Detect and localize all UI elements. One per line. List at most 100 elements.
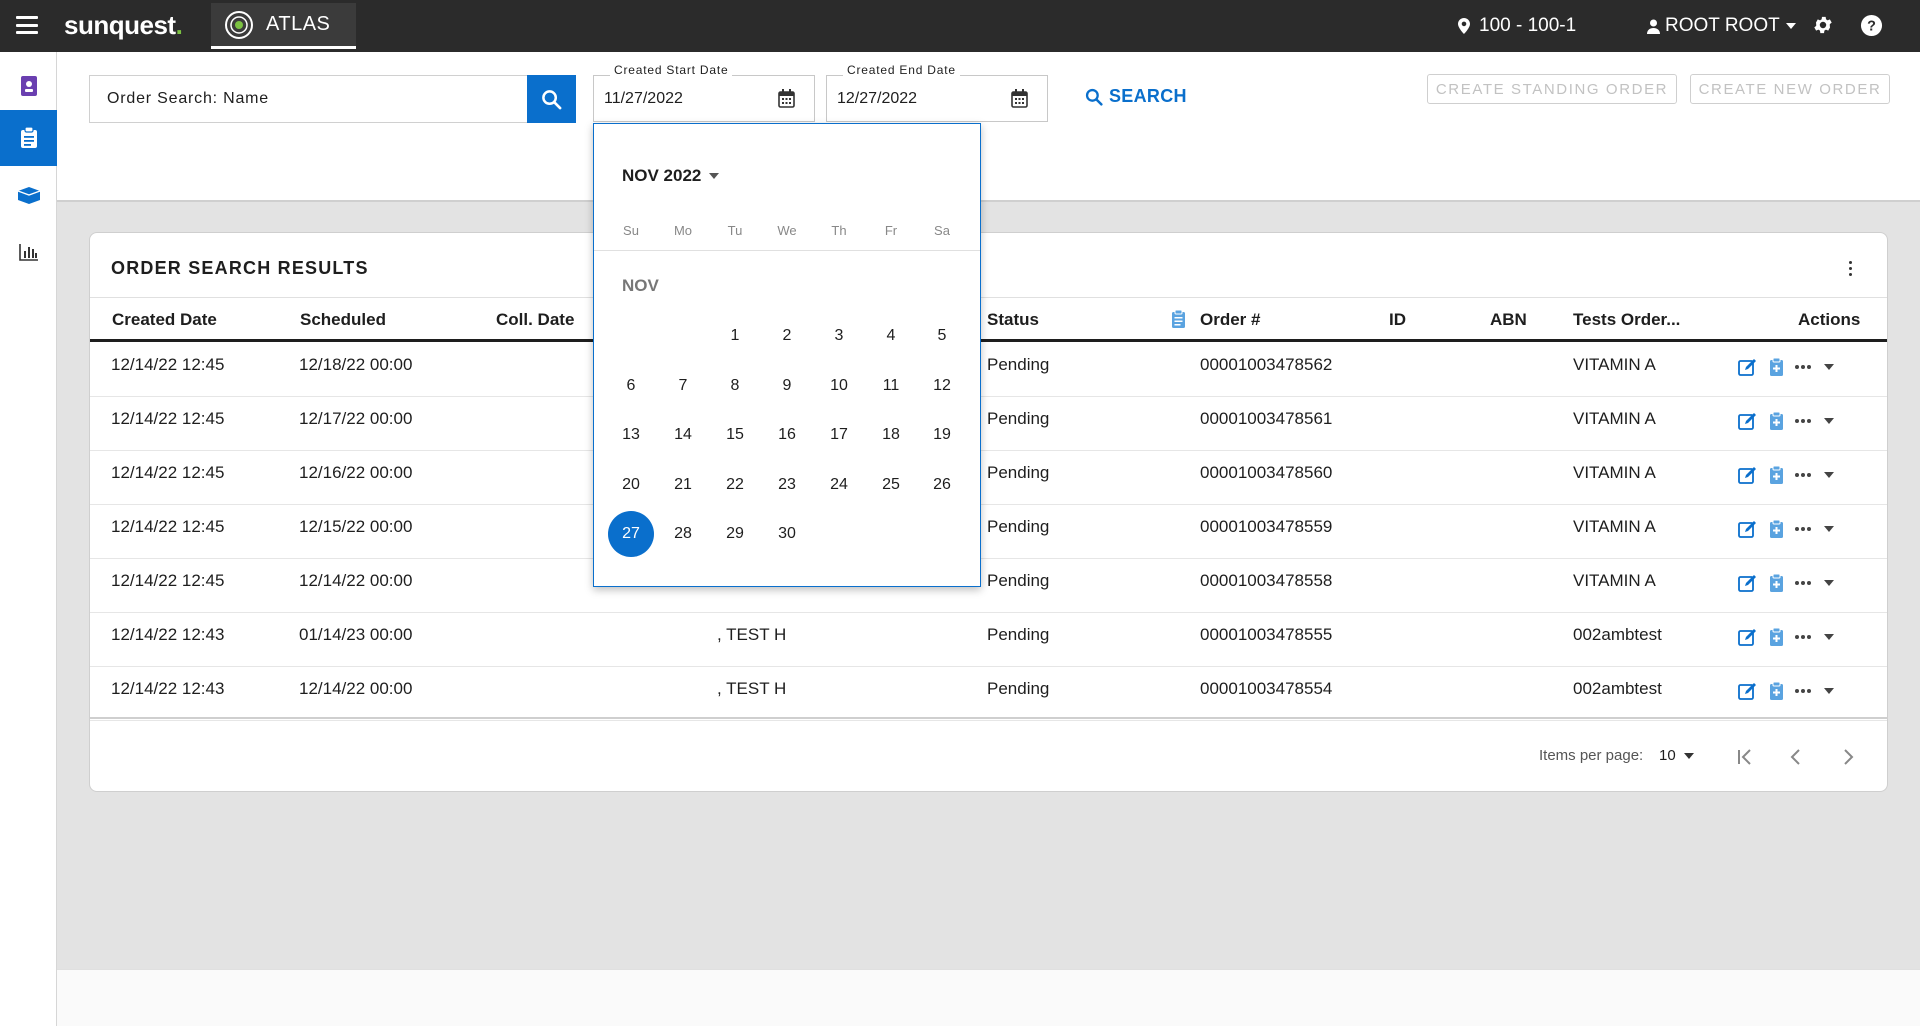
calendar-day[interactable]: 10 — [816, 363, 862, 409]
calendar-day[interactable]: 29 — [712, 511, 758, 557]
col-id[interactable]: ID — [1389, 310, 1406, 330]
nav-reports[interactable] — [0, 224, 57, 280]
calendar-day[interactable]: 3 — [816, 313, 862, 359]
table-row[interactable]: 12/14/22 12:45 12/16/22 00:00 Pending 00001… — [90, 451, 1887, 505]
edit-icon[interactable] — [1738, 357, 1758, 377]
calendar-day[interactable]: 24 — [816, 462, 862, 508]
previous-page-icon[interactable] — [1787, 748, 1805, 766]
chevron-down-icon[interactable] — [1824, 418, 1834, 424]
search-link-button[interactable]: SEARCH — [1085, 86, 1187, 107]
more-horizontal-icon[interactable] — [1795, 520, 1813, 538]
calendar-day[interactable]: 14 — [660, 412, 706, 458]
col-scheduled[interactable]: Scheduled — [300, 310, 386, 330]
add-test-icon[interactable] — [1769, 411, 1784, 431]
chevron-down-icon[interactable] — [1824, 526, 1834, 532]
col-tests-ordered[interactable]: Tests Order... — [1573, 310, 1680, 330]
calendar-day[interactable]: 25 — [868, 462, 914, 508]
user-menu[interactable]: ROOT ROOT — [1647, 15, 1796, 37]
hamburger-icon[interactable] — [16, 16, 38, 34]
add-test-icon[interactable] — [1769, 627, 1784, 647]
calendar-day[interactable]: 11 — [868, 363, 914, 409]
chevron-down-icon[interactable] — [1824, 580, 1834, 586]
calendar-day[interactable]: 26 — [919, 462, 965, 508]
calendar-day[interactable]: 5 — [919, 313, 965, 359]
location-selector[interactable]: 100 - 100-1 — [1458, 15, 1576, 37]
calendar-icon[interactable] — [1011, 89, 1028, 108]
search-button[interactable] — [527, 75, 576, 123]
nav-specimens[interactable] — [0, 167, 57, 223]
calendar-day[interactable]: 16 — [764, 412, 810, 458]
nav-patient[interactable] — [0, 58, 57, 114]
chevron-down-icon[interactable] — [1824, 472, 1834, 478]
calendar-day-selected[interactable]: 27 — [608, 511, 654, 557]
col-created-date[interactable]: Created Date — [112, 310, 217, 330]
add-test-icon[interactable] — [1769, 465, 1784, 485]
order-search-input[interactable]: Order Search: Name — [89, 75, 527, 123]
add-test-icon[interactable] — [1769, 573, 1784, 593]
col-order-number[interactable]: Order # — [1200, 310, 1260, 330]
calendar-day[interactable]: 7 — [660, 363, 706, 409]
calendar-day[interactable]: 19 — [919, 412, 965, 458]
next-page-icon[interactable] — [1839, 748, 1857, 766]
chevron-down-icon[interactable] — [1824, 688, 1834, 694]
more-vertical-icon[interactable] — [1849, 261, 1853, 279]
add-test-icon[interactable] — [1769, 519, 1784, 539]
created-start-date-field[interactable]: Created Start Date 11/27/2022 — [593, 63, 815, 122]
cell-created-date: 12/14/22 12:43 — [111, 679, 225, 698]
created-end-date-field[interactable]: Created End Date 12/27/2022 — [826, 63, 1048, 122]
calendar-day[interactable]: 17 — [816, 412, 862, 458]
more-horizontal-icon[interactable] — [1795, 628, 1813, 646]
table-row[interactable]: 12/14/22 12:43 01/14/23 00:00 , TEST H Pend… — [90, 613, 1887, 667]
calendar-icon[interactable] — [778, 89, 795, 108]
calendar-day[interactable]: 6 — [608, 363, 654, 409]
chevron-down-icon[interactable] — [1824, 634, 1834, 640]
table-row[interactable]: 12/14/22 12:45 12/14/22 00:00 Pending 00001… — [90, 559, 1887, 613]
calendar-day[interactable]: 28 — [660, 511, 706, 557]
more-horizontal-icon[interactable] — [1795, 574, 1813, 592]
chevron-down-icon[interactable] — [1824, 364, 1834, 370]
tab-atlas[interactable]: ATLAS — [211, 3, 356, 49]
calendar-day[interactable]: 13 — [608, 412, 654, 458]
help-circle-icon[interactable]: ? — [1860, 14, 1883, 37]
table-row[interactable]: 12/14/22 12:45 12/15/22 00:00 Pending 00001… — [90, 505, 1887, 559]
first-page-icon[interactable] — [1736, 748, 1754, 766]
edit-icon[interactable] — [1738, 411, 1758, 431]
edit-icon[interactable] — [1738, 627, 1758, 647]
table-footer-divider — [90, 717, 1887, 719]
add-test-icon[interactable] — [1769, 357, 1784, 377]
calendar-day[interactable]: 30 — [764, 511, 810, 557]
calendar-day[interactable]: 8 — [712, 363, 758, 409]
more-horizontal-icon[interactable] — [1795, 682, 1813, 700]
create-new-order-button[interactable]: CREATE NEW ORDER — [1690, 74, 1890, 104]
edit-icon[interactable] — [1738, 573, 1758, 593]
calendar-day[interactable]: 21 — [660, 462, 706, 508]
table-row[interactable]: 12/14/22 12:43 12/14/22 00:00 , TEST H Pend… — [90, 667, 1887, 721]
edit-icon[interactable] — [1738, 681, 1758, 701]
table-row[interactable]: 12/14/22 12:45 12/17/22 00:00 Pending 00001… — [90, 397, 1887, 451]
create-standing-order-button[interactable]: CREATE STANDING ORDER — [1427, 74, 1677, 104]
more-horizontal-icon[interactable] — [1795, 358, 1813, 376]
edit-icon[interactable] — [1738, 519, 1758, 539]
calendar-day[interactable]: 20 — [608, 462, 654, 508]
add-test-icon[interactable] — [1769, 681, 1784, 701]
month-year-selector[interactable]: NOV 2022 — [622, 166, 720, 186]
calendar-day[interactable]: 18 — [868, 412, 914, 458]
calendar-day[interactable]: 2 — [764, 313, 810, 359]
col-coll-date[interactable]: Coll. Date — [496, 310, 574, 330]
calendar-day[interactable]: 12 — [919, 363, 965, 409]
table-row[interactable]: 12/14/22 12:45 12/18/22 00:00 Pending 00001… — [90, 343, 1887, 397]
col-abn[interactable]: ABN — [1490, 310, 1527, 330]
col-status[interactable]: Status — [987, 310, 1039, 330]
calendar-day[interactable]: 15 — [712, 412, 758, 458]
nav-orders[interactable] — [0, 110, 57, 166]
items-per-page-select[interactable]: 10 — [1659, 747, 1694, 764]
gear-icon[interactable] — [1812, 14, 1834, 36]
edit-icon[interactable] — [1738, 465, 1758, 485]
calendar-day[interactable]: 22 — [712, 462, 758, 508]
calendar-day[interactable]: 9 — [764, 363, 810, 409]
calendar-day[interactable]: 23 — [764, 462, 810, 508]
calendar-day[interactable]: 1 — [712, 313, 758, 359]
calendar-day[interactable]: 4 — [868, 313, 914, 359]
more-horizontal-icon[interactable] — [1795, 412, 1813, 430]
more-horizontal-icon[interactable] — [1795, 466, 1813, 484]
